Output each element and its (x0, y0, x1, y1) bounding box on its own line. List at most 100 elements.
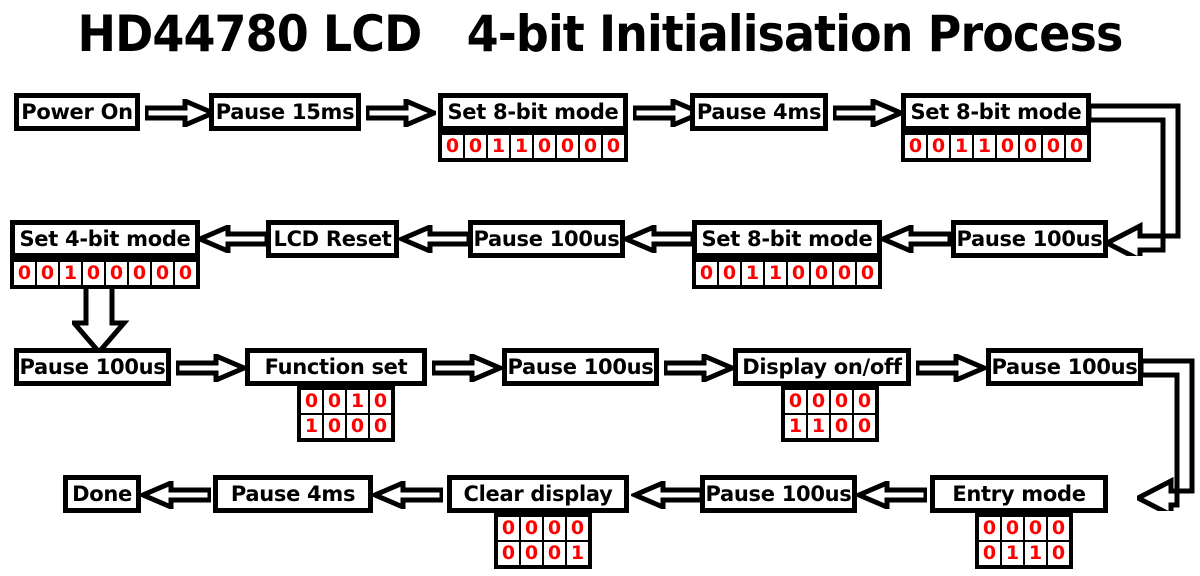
bit-cell: 0 (152, 262, 173, 285)
bit-cell: 0 (719, 262, 740, 285)
bits-entry-mode: 0 0 0 0 0 1 1 0 (975, 513, 1073, 569)
page-title: HD44780 LCD 4-bit Initialisation Process (77, 5, 1124, 63)
node-pause-100us-1[interactable]: Pause 100us (468, 220, 625, 258)
bit-cell: 0 (498, 517, 519, 540)
node-set-8bit-mode-2[interactable]: Set 8-bit mode (901, 93, 1091, 131)
bit-cell: 1 (765, 262, 786, 285)
bit-row: 0 0 0 0 (785, 390, 875, 413)
bit-cell: 0 (544, 517, 565, 540)
bit-cell: 0 (785, 390, 806, 413)
node-pause-100us-5[interactable]: Pause 100us (986, 348, 1143, 386)
node-display-on-off[interactable]: Display on/off (733, 348, 911, 386)
bit-cell: 0 (567, 517, 588, 540)
arrow-right-1 (145, 99, 215, 127)
bit-row: 0 0 1 0 0 0 0 0 (14, 262, 196, 285)
bit-cell: 0 (831, 415, 852, 438)
bit-cell: 0 (175, 262, 196, 285)
arrow-left-6 (371, 481, 443, 509)
arrow-right-2 (366, 99, 436, 127)
bit-cell: 0 (324, 390, 345, 413)
bit-cell: 0 (544, 542, 565, 565)
bit-cell: 0 (1048, 517, 1069, 540)
bit-cell: 0 (1025, 517, 1046, 540)
bit-cell: 0 (521, 542, 542, 565)
bit-cell: 1 (785, 415, 806, 438)
bit-cell: 0 (928, 135, 949, 158)
bit-cell: 0 (347, 415, 368, 438)
bit-cell: 1 (301, 415, 322, 438)
bit-cell: 0 (324, 415, 345, 438)
bit-cell: 1 (567, 542, 588, 565)
bit-cell: 0 (129, 262, 150, 285)
node-clear-display[interactable]: Clear display (447, 475, 629, 513)
bit-cell: 1 (974, 135, 995, 158)
bit-cell: 1 (347, 390, 368, 413)
connector-row2-to-row3 (72, 279, 132, 355)
bit-cell: 0 (521, 517, 542, 540)
bit-cell: 0 (1043, 135, 1064, 158)
node-set-8bit-mode-1[interactable]: Set 8-bit mode (438, 93, 628, 131)
bit-row: 0 0 0 0 (979, 517, 1069, 540)
bits-display-on-off: 0 0 0 0 1 1 0 0 (781, 386, 879, 442)
bit-cell: 1 (511, 135, 532, 158)
bit-cell: 1 (742, 262, 763, 285)
bit-cell: 1 (808, 415, 829, 438)
node-power-on[interactable]: Power On (14, 93, 140, 131)
arrow-left-2 (398, 225, 470, 253)
bit-cell: 0 (979, 542, 1000, 565)
bit-cell: 0 (557, 135, 578, 158)
arrow-right-6 (432, 354, 502, 382)
arrow-left-3 (622, 225, 694, 253)
bits-set-8bit-mode-3: 0 0 1 1 0 0 0 0 (692, 258, 882, 289)
bit-cell: 0 (811, 262, 832, 285)
node-pause-4ms-1[interactable]: Pause 4ms (690, 93, 828, 131)
bit-row: 0 0 1 1 0 0 0 0 (442, 135, 624, 158)
bits-set-8bit-mode-2: 0 0 1 1 0 0 0 0 (901, 131, 1091, 162)
node-lcd-reset[interactable]: LCD Reset (266, 220, 399, 258)
arrow-right-4 (833, 99, 903, 127)
bit-cell: 0 (580, 135, 601, 158)
bit-cell: 0 (465, 135, 486, 158)
node-pause-100us-4[interactable]: Pause 100us (502, 348, 659, 386)
node-function-set[interactable]: Function set (245, 348, 427, 386)
bit-cell: 0 (1020, 135, 1041, 158)
bit-cell: 0 (534, 135, 555, 158)
diagram-canvas: HD44780 LCD 4-bit Initialisation Process… (0, 0, 1200, 576)
bit-cell: 0 (83, 262, 104, 285)
bit-cell: 0 (370, 415, 391, 438)
bit-cell: 0 (831, 390, 852, 413)
bit-cell: 0 (1002, 517, 1023, 540)
node-pause-15ms[interactable]: Pause 15ms (209, 93, 361, 131)
bit-cell: 0 (1066, 135, 1087, 158)
bit-cell: 0 (696, 262, 717, 285)
bits-set-8bit-mode-1: 0 0 1 1 0 0 0 0 (438, 131, 628, 162)
connector-row3-to-row4 (1137, 351, 1200, 511)
bit-cell: 1 (1002, 542, 1023, 565)
arrow-left-1 (196, 225, 268, 253)
bit-cell: 1 (951, 135, 972, 158)
bit-cell: 0 (442, 135, 463, 158)
bit-cell: 1 (488, 135, 509, 158)
bit-row: 0 0 0 0 (498, 517, 588, 540)
node-done[interactable]: Done (63, 475, 141, 513)
bit-cell: 1 (1025, 542, 1046, 565)
node-entry-mode[interactable]: Entry mode (930, 475, 1108, 513)
bit-cell: 0 (498, 542, 519, 565)
arrow-left-8 (855, 481, 927, 509)
bit-row: 0 1 1 0 (979, 542, 1069, 565)
node-pause-100us-6[interactable]: Pause 100us (700, 475, 857, 513)
bit-cell: 0 (1048, 542, 1069, 565)
bit-cell: 1 (60, 262, 81, 285)
node-pause-100us-3[interactable]: Pause 100us (14, 348, 171, 386)
bit-row: 0 0 1 0 (301, 390, 391, 413)
node-set-4bit-mode[interactable]: Set 4-bit mode (10, 220, 200, 258)
node-set-8bit-mode-3[interactable]: Set 8-bit mode (692, 220, 882, 258)
bit-row: 0 0 0 1 (498, 542, 588, 565)
node-pause-100us-2[interactable]: Pause 100us (951, 220, 1108, 258)
bit-cell: 0 (905, 135, 926, 158)
node-pause-4ms-2[interactable]: Pause 4ms (213, 475, 373, 513)
bit-cell: 0 (301, 390, 322, 413)
arrow-right-7 (664, 354, 734, 382)
bits-set-4bit-mode: 0 0 1 0 0 0 0 0 (10, 258, 200, 289)
bit-cell: 0 (603, 135, 624, 158)
